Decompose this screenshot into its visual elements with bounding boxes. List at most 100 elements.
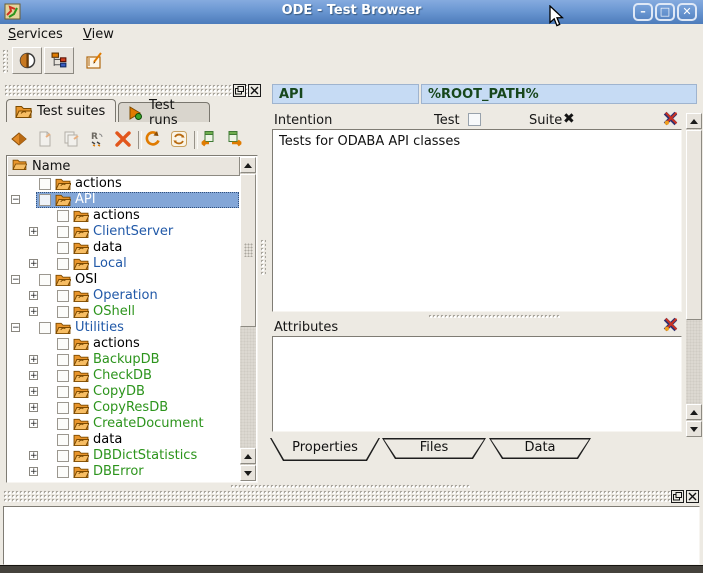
tree-expander-icon[interactable]: + <box>29 403 38 412</box>
menu-item-view[interactable]: View <box>75 24 122 42</box>
tree-expander-icon[interactable]: + <box>29 259 38 268</box>
export-document-button[interactable] <box>226 130 244 148</box>
bottom-panel-close-button[interactable] <box>686 490 699 503</box>
left-panel-float-button[interactable] <box>233 84 246 97</box>
tab-files[interactable]: Files <box>382 438 486 459</box>
tree-checkbox[interactable] <box>57 242 69 254</box>
tab-test-runs[interactable]: Test runs <box>118 102 210 122</box>
dock-splitter[interactable] <box>230 484 470 488</box>
attributes-clear-button[interactable] <box>661 317 679 333</box>
browse-mode-button[interactable] <box>12 47 42 74</box>
copy-documents-button[interactable] <box>62 130 80 148</box>
tab-data[interactable]: Data <box>489 438 591 459</box>
tree-row[interactable]: + DBDictStatistics <box>8 448 240 464</box>
minimize-button[interactable]: – <box>633 3 653 21</box>
tree-row[interactable]: actions <box>8 208 240 224</box>
tree-checkbox[interactable] <box>57 290 69 302</box>
tree-row[interactable]: − Utilities <box>8 320 240 336</box>
tree-checkbox[interactable] <box>57 450 69 462</box>
tree-expander-icon[interactable]: + <box>29 371 38 380</box>
tree-checkbox[interactable] <box>57 418 69 430</box>
tree-header[interactable]: Name <box>8 157 240 176</box>
tree-expander-icon[interactable]: − <box>11 275 20 284</box>
test-checkbox[interactable] <box>468 113 481 126</box>
tree-row[interactable]: + OShell <box>8 304 240 320</box>
tree-checkbox[interactable] <box>57 258 69 270</box>
tree-row[interactable]: + CreateDocument <box>8 416 240 432</box>
tree-expander-icon[interactable]: + <box>29 467 38 476</box>
left-panel-titlebar[interactable] <box>4 84 256 97</box>
bottom-panel-output[interactable] <box>3 506 700 565</box>
tree-checkbox[interactable] <box>57 354 69 366</box>
tab-properties[interactable]: Properties <box>270 438 380 461</box>
scroll-up-button-2[interactable] <box>240 448 256 464</box>
import-document-button[interactable] <box>200 130 218 148</box>
new-document-button[interactable] <box>36 130 54 148</box>
tab-test-suites[interactable]: Test suites <box>6 99 116 122</box>
tree-row[interactable]: + CopyDB <box>8 384 240 400</box>
edit-note-button[interactable] <box>84 50 106 72</box>
tree-expander-icon[interactable]: + <box>29 355 38 364</box>
tree-checkbox[interactable] <box>39 194 51 206</box>
scrollbar-thumb[interactable] <box>240 174 256 327</box>
tree-checkbox[interactable] <box>57 402 69 414</box>
tree-row[interactable]: + BackupDB <box>8 352 240 368</box>
menu-item-services[interactable]: Services <box>0 24 71 42</box>
tree-row[interactable]: + CopyResDB <box>8 400 240 416</box>
bottom-panel-float-button[interactable] <box>671 490 684 503</box>
tree-checkbox[interactable] <box>57 338 69 350</box>
delete-button[interactable] <box>114 130 132 148</box>
tree-expander-icon[interactable]: + <box>29 387 38 396</box>
tree-expander-icon[interactable]: + <box>29 227 38 236</box>
scroll-down-button[interactable] <box>240 465 256 481</box>
toolbar-drag-handle[interactable] <box>2 49 8 74</box>
horizontal-splitter[interactable] <box>428 314 560 319</box>
tree-expander-icon[interactable]: − <box>11 323 20 332</box>
intention-textarea[interactable]: Tests for ODABA API classes <box>272 129 682 312</box>
tree-expander-icon[interactable]: + <box>29 451 38 460</box>
tree-row[interactable]: + CheckDB <box>8 368 240 384</box>
attributes-textarea[interactable] <box>272 336 682 432</box>
tree-row[interactable]: actions <box>8 336 240 352</box>
tree-checkbox[interactable] <box>57 466 69 478</box>
tree-checkbox[interactable] <box>57 210 69 222</box>
suite-checkbox[interactable]: ✖ <box>563 111 575 127</box>
bottom-panel-titlebar[interactable] <box>3 490 683 503</box>
root-path-field[interactable]: %ROOT_PATH% <box>421 84 697 104</box>
tree-row[interactable]: data <box>8 240 240 256</box>
maximize-button[interactable]: □ <box>655 3 675 21</box>
intention-clear-button[interactable] <box>661 111 679 127</box>
title-bar[interactable]: ODE - Test Browser – □ ✕ <box>0 0 703 25</box>
tree-row[interactable]: − API <box>8 192 240 208</box>
tree-row[interactable]: + ClientServer <box>8 224 240 240</box>
tree-row[interactable]: + Operation <box>8 288 240 304</box>
erase-button[interactable] <box>10 130 28 148</box>
scroll-down-button[interactable] <box>686 421 702 437</box>
scroll-up-button[interactable] <box>240 157 256 173</box>
rename-button[interactable]: R <box>88 130 106 148</box>
tree-expander-icon[interactable]: + <box>29 307 38 316</box>
refresh-button[interactable] <box>170 130 188 148</box>
tree-checkbox[interactable] <box>57 306 69 318</box>
tree-row[interactable]: + Local <box>8 256 240 272</box>
suite-name-field[interactable]: API <box>272 84 419 104</box>
right-panel-scrollbar[interactable] <box>686 113 702 437</box>
scrollbar-thumb[interactable] <box>686 130 702 320</box>
tree-scrollbar[interactable] <box>240 157 256 481</box>
tree-checkbox[interactable] <box>39 178 51 190</box>
undo-button[interactable] <box>144 130 162 148</box>
tree-expander-icon[interactable]: − <box>11 195 20 204</box>
tree-checkbox[interactable] <box>57 434 69 446</box>
tree-checkbox[interactable] <box>57 386 69 398</box>
close-button[interactable]: ✕ <box>677 3 697 21</box>
tree-checkbox[interactable] <box>57 226 69 238</box>
tree-row[interactable]: data <box>8 432 240 448</box>
tree-row[interactable]: + DBError <box>8 464 240 480</box>
tree-checkbox[interactable] <box>57 370 69 382</box>
vertical-splitter[interactable] <box>258 84 268 483</box>
hierarchy-mode-button[interactable] <box>44 47 74 74</box>
tree-checkbox[interactable] <box>39 274 51 286</box>
scroll-up-button-2[interactable] <box>686 404 702 420</box>
scroll-up-button[interactable] <box>686 113 702 129</box>
tree-row[interactable]: actions <box>8 176 240 192</box>
